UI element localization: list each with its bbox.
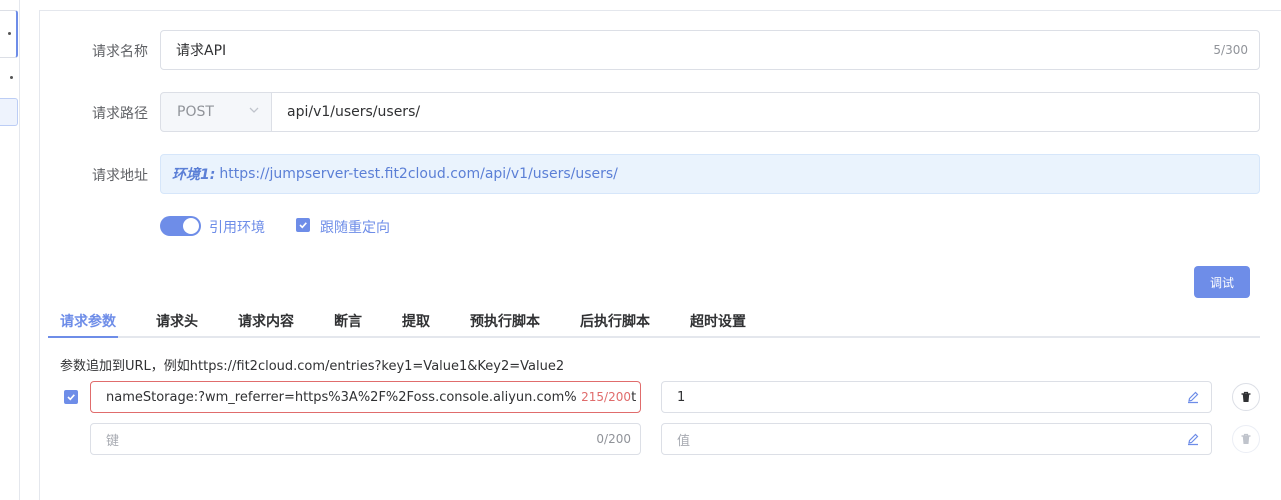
tab-pre-script[interactable]: 预执行脚本: [470, 311, 540, 331]
tab-request-body[interactable]: 请求内容: [238, 311, 294, 331]
edit-icon[interactable]: [1186, 432, 1200, 446]
dot-icon: [8, 32, 11, 35]
use-env-switch[interactable]: [160, 216, 201, 236]
request-name-label: 请求名称: [92, 44, 148, 60]
param-key-counter: 215/200: [577, 390, 631, 404]
params-hint: 参数追加到URL，例如https://fit2cloud.com/entries…: [60, 359, 565, 374]
request-address-display: 环境1: https://jumpserver-test.fit2cloud.c…: [160, 154, 1260, 194]
delete-param-button[interactable]: [1232, 383, 1260, 411]
debug-button[interactable]: 调试: [1194, 266, 1250, 298]
left-side-panel: [0, 0, 20, 500]
request-name-value: 请求API: [176, 43, 227, 59]
param-value-input-empty[interactable]: 值: [661, 423, 1212, 455]
follow-redirect-checkbox[interactable]: [296, 218, 310, 232]
active-tab-indicator: [48, 336, 118, 338]
trash-icon: [1241, 433, 1251, 444]
env-name: 环境1:: [172, 167, 216, 183]
use-env-label: 引用环境: [209, 220, 265, 236]
param-value-placeholder: 值: [677, 433, 691, 449]
check-icon: [67, 394, 75, 401]
tab-request-params[interactable]: 请求参数: [60, 311, 116, 331]
request-path-value: api/v1/users/users/: [287, 104, 421, 120]
chevron-down-icon: [249, 107, 259, 113]
side-item-3[interactable]: [0, 98, 18, 126]
request-tabs: 请求参数 请求头 请求内容 断言 提取 预执行脚本 后执行脚本 超时设置: [48, 301, 1260, 338]
request-address-label: 请求地址: [92, 168, 148, 184]
param-value-value: 1: [677, 389, 686, 405]
tab-post-script[interactable]: 后执行脚本: [580, 311, 650, 331]
side-item-2[interactable]: [0, 60, 18, 94]
check-icon: [299, 222, 307, 229]
param-key-input[interactable]: nameStorage:?wm_referrer=https%3A%2F%2Fo…: [90, 381, 641, 413]
param-key-placeholder: 键: [106, 433, 120, 449]
param-value-input[interactable]: 1: [661, 381, 1212, 413]
tab-request-headers[interactable]: 请求头: [156, 311, 198, 331]
request-path-label: 请求路径: [92, 106, 148, 122]
param-key-value: nameStorage:?wm_referrer=https%3A%2F%2Fo…: [106, 389, 637, 405]
trash-icon: [1241, 391, 1251, 402]
delete-param-button-disabled[interactable]: [1232, 425, 1260, 453]
tab-extract[interactable]: 提取: [402, 311, 430, 331]
param-row-checkbox[interactable]: [64, 390, 78, 404]
side-item-1[interactable]: [0, 10, 18, 58]
method-value: POST: [177, 104, 214, 120]
tab-timeout-settings[interactable]: 超时设置: [690, 311, 746, 331]
request-path-input[interactable]: api/v1/users/users/: [271, 92, 1260, 132]
follow-redirect-label: 跟随重定向: [320, 220, 390, 236]
env-url: https://jumpserver-test.fit2cloud.com/ap…: [219, 166, 618, 182]
method-select[interactable]: POST: [160, 92, 272, 132]
param-key-counter: 0/200: [596, 432, 631, 446]
request-name-counter: 5/300: [1213, 43, 1248, 57]
request-name-input[interactable]: 请求API 5/300: [160, 30, 1260, 70]
param-key-input-empty[interactable]: 键 0/200: [90, 423, 641, 455]
edit-icon[interactable]: [1186, 390, 1200, 404]
dot-icon: [10, 76, 13, 79]
tab-assertions[interactable]: 断言: [334, 311, 362, 331]
